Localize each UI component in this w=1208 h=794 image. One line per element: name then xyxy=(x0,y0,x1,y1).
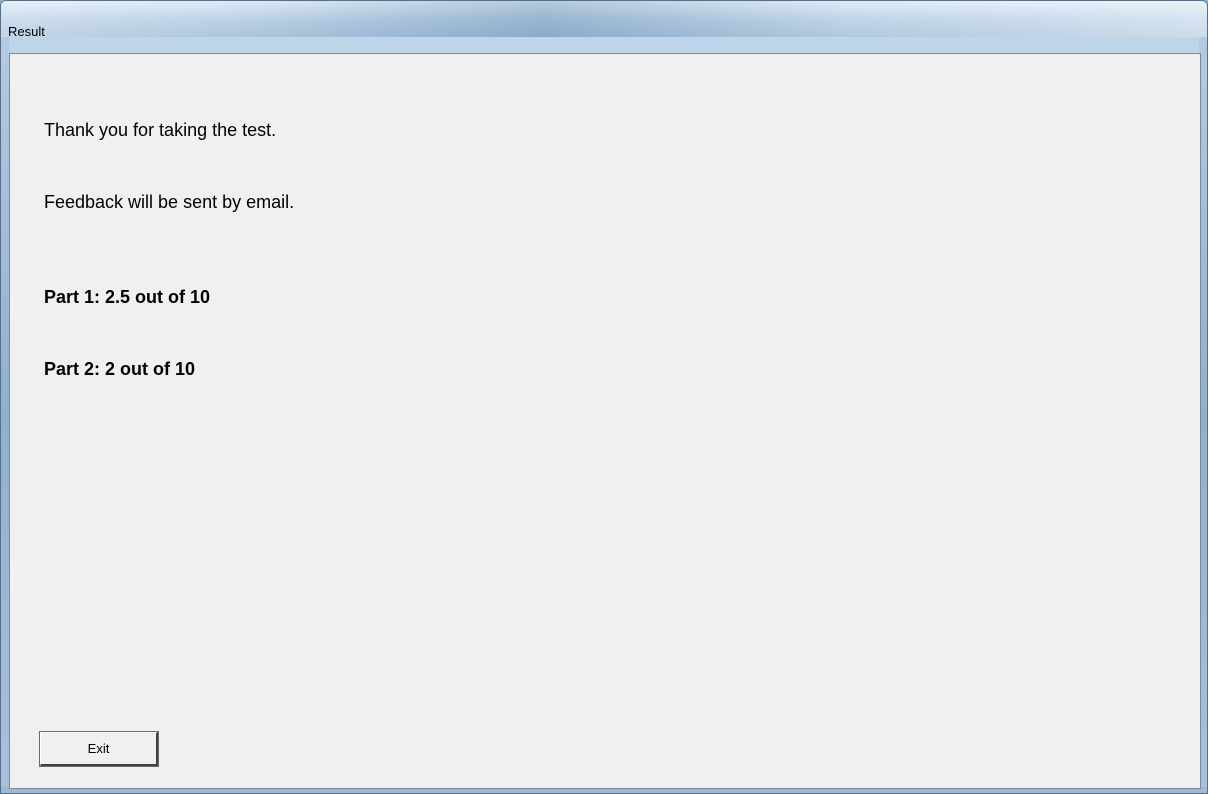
thank-you-message: Thank you for taking the test. xyxy=(44,120,277,140)
feedback-message: Feedback will be sent by email. xyxy=(44,192,295,212)
part-2-score: Part 2: 2 out of 10 xyxy=(44,359,196,379)
exit-button[interactable]: Exit xyxy=(39,731,159,767)
window-title: Result xyxy=(8,24,45,39)
title-bar[interactable]: Result xyxy=(1,1,1207,39)
result-window: Result Thank you for taking the test. Fe… xyxy=(0,0,1208,794)
part-1-score: Part 1: 2.5 out of 10 xyxy=(44,287,211,307)
dialog-client-area: Thank you for taking the test. Feedback … xyxy=(9,53,1201,789)
window-frame-left xyxy=(1,37,9,793)
